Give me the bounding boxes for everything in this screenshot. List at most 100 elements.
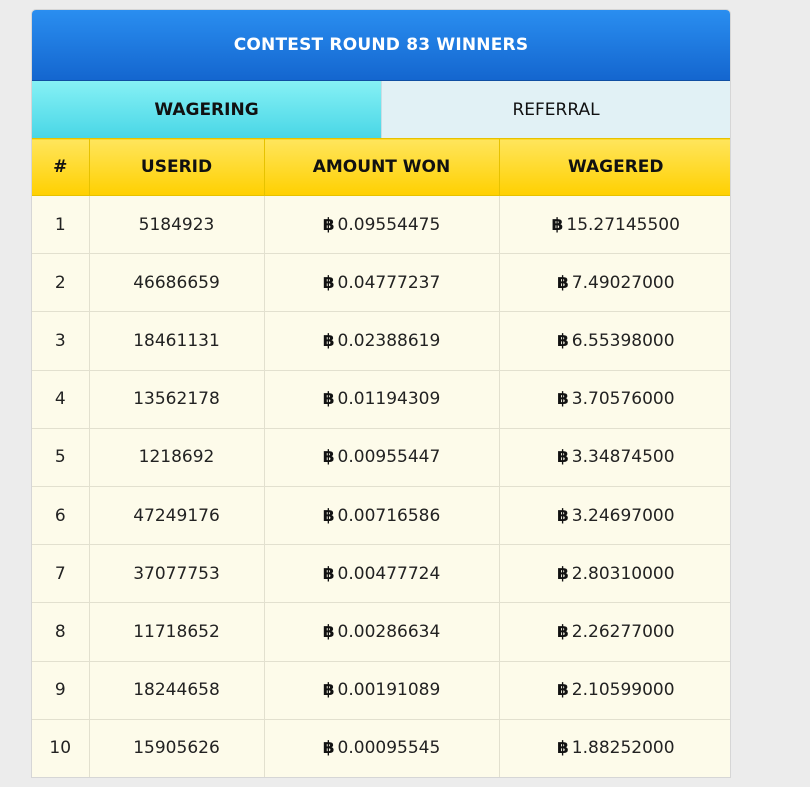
wagered-cell: ฿ 3.70576000 bbox=[498, 369, 730, 429]
amount-won-value: 0.00477724 bbox=[337, 563, 441, 584]
bitcoin-icon: ฿ bbox=[322, 738, 335, 759]
column-header-userid: USERID bbox=[88, 138, 265, 196]
table-row: 7 37077753 ฿ 0.00477724 ฿ 2.80310000 bbox=[32, 544, 730, 604]
table-row: 5 1218692 ฿ 0.00955447 ฿ 3.34874500 bbox=[32, 427, 730, 487]
amount-won-value: 0.00955447 bbox=[337, 447, 441, 468]
amount-won-value: 0.02388619 bbox=[337, 330, 441, 351]
amount-won-value: 0.00716586 bbox=[337, 505, 441, 526]
rank-cell: 9 bbox=[32, 660, 90, 720]
wagered-cell: ฿ 1.88252000 bbox=[498, 718, 730, 777]
userid-cell: 18244658 bbox=[88, 660, 265, 720]
wagered-value: 2.10599000 bbox=[571, 680, 675, 701]
table-header-row: # USERID AMOUNT WON WAGERED bbox=[32, 138, 730, 196]
wagered-value: 3.24697000 bbox=[571, 505, 675, 526]
table-body: 1 5184923 ฿ 0.09554475 ฿ 15.27145500 2 46686659… bbox=[32, 194, 730, 777]
rank-cell: 1 bbox=[32, 194, 90, 255]
amount-won-cell: ฿ 0.00955447 bbox=[263, 427, 500, 487]
userid-cell: 37077753 bbox=[88, 544, 265, 604]
wagered-cell: ฿ 2.26277000 bbox=[498, 602, 730, 662]
bitcoin-icon: ฿ bbox=[556, 330, 569, 351]
wagered-value: 2.26277000 bbox=[571, 621, 675, 642]
bitcoin-icon: ฿ bbox=[551, 214, 564, 235]
bitcoin-icon: ฿ bbox=[322, 330, 335, 351]
table-row: 3 18461131 ฿ 0.02388619 ฿ 6.55398000 bbox=[32, 311, 730, 371]
rank-cell: 6 bbox=[32, 485, 90, 546]
bitcoin-icon: ฿ bbox=[556, 621, 569, 642]
bitcoin-icon: ฿ bbox=[322, 389, 335, 410]
wagered-value: 2.80310000 bbox=[571, 563, 675, 584]
table-row: 10 15905626 ฿ 0.00095545 ฿ 1.88252000 bbox=[32, 718, 730, 777]
amount-won-cell: ฿ 0.00477724 bbox=[263, 544, 500, 604]
wagered-value: 1.88252000 bbox=[571, 738, 675, 759]
bitcoin-icon: ฿ bbox=[556, 738, 569, 759]
userid-cell: 5184923 bbox=[88, 194, 265, 255]
bitcoin-icon: ฿ bbox=[322, 563, 335, 584]
table-row: 6 47249176 ฿ 0.00716586 ฿ 3.24697000 bbox=[32, 485, 730, 546]
amount-won-value: 0.01194309 bbox=[337, 389, 441, 410]
table-row: 2 46686659 ฿ 0.04777237 ฿ 7.49027000 bbox=[32, 253, 730, 313]
column-header-rank: # bbox=[32, 138, 90, 196]
amount-won-cell: ฿ 0.01194309 bbox=[263, 369, 500, 429]
table-row: 8 11718652 ฿ 0.00286634 ฿ 2.26277000 bbox=[32, 602, 730, 662]
amount-won-value: 0.09554475 bbox=[337, 214, 441, 235]
wagered-cell: ฿ 6.55398000 bbox=[498, 311, 730, 371]
bitcoin-icon: ฿ bbox=[556, 389, 569, 410]
winners-panel: CONTEST ROUND 83 WINNERS WAGERING REFERR… bbox=[31, 9, 731, 778]
column-header-amount-won: AMOUNT WON bbox=[263, 138, 500, 196]
tab-bar: WAGERING REFERRAL bbox=[32, 81, 730, 138]
wagered-cell: ฿ 2.80310000 bbox=[498, 544, 730, 604]
table-row: 1 5184923 ฿ 0.09554475 ฿ 15.27145500 bbox=[32, 194, 730, 255]
amount-won-cell: ฿ 0.00716586 bbox=[263, 485, 500, 546]
amount-won-cell: ฿ 0.09554475 bbox=[263, 194, 500, 255]
amount-won-cell: ฿ 0.04777237 bbox=[263, 253, 500, 313]
bitcoin-icon: ฿ bbox=[556, 505, 569, 526]
rank-cell: 8 bbox=[32, 602, 90, 662]
wagered-cell: ฿ 2.10599000 bbox=[498, 660, 730, 720]
rank-cell: 10 bbox=[32, 718, 90, 777]
bitcoin-icon: ฿ bbox=[322, 680, 335, 701]
bitcoin-icon: ฿ bbox=[322, 272, 335, 293]
rank-cell: 7 bbox=[32, 544, 90, 604]
column-header-wagered: WAGERED bbox=[498, 138, 730, 196]
table-row: 9 18244658 ฿ 0.00191089 ฿ 2.10599000 bbox=[32, 660, 730, 720]
amount-won-cell: ฿ 0.00286634 bbox=[263, 602, 500, 662]
wagered-value: 3.34874500 bbox=[571, 447, 675, 468]
rank-cell: 2 bbox=[32, 253, 90, 313]
userid-cell: 1218692 bbox=[88, 427, 265, 487]
bitcoin-icon: ฿ bbox=[556, 680, 569, 701]
wagered-cell: ฿ 3.34874500 bbox=[498, 427, 730, 487]
userid-cell: 11718652 bbox=[88, 602, 265, 662]
amount-won-cell: ฿ 0.00191089 bbox=[263, 660, 500, 720]
wagered-value: 7.49027000 bbox=[571, 272, 675, 293]
amount-won-value: 0.00095545 bbox=[337, 738, 441, 759]
wagered-value: 15.27145500 bbox=[566, 214, 680, 235]
tab-referral[interactable]: REFERRAL bbox=[381, 81, 730, 138]
amount-won-value: 0.04777237 bbox=[337, 272, 441, 293]
amount-won-cell: ฿ 0.02388619 bbox=[263, 311, 500, 371]
rank-cell: 4 bbox=[32, 369, 90, 429]
userid-cell: 15905626 bbox=[88, 718, 265, 777]
userid-cell: 18461131 bbox=[88, 311, 265, 371]
bitcoin-icon: ฿ bbox=[322, 447, 335, 468]
userid-cell: 47249176 bbox=[88, 485, 265, 546]
bitcoin-icon: ฿ bbox=[322, 621, 335, 642]
wagered-cell: ฿ 3.24697000 bbox=[498, 485, 730, 546]
rank-cell: 5 bbox=[32, 427, 90, 487]
bitcoin-icon: ฿ bbox=[556, 563, 569, 584]
panel-title: CONTEST ROUND 83 WINNERS bbox=[32, 10, 730, 81]
userid-cell: 13562178 bbox=[88, 369, 265, 429]
bitcoin-icon: ฿ bbox=[556, 447, 569, 468]
bitcoin-icon: ฿ bbox=[556, 272, 569, 293]
amount-won-value: 0.00191089 bbox=[337, 680, 441, 701]
tab-wagering[interactable]: WAGERING bbox=[32, 81, 381, 138]
wagered-value: 3.70576000 bbox=[571, 389, 675, 410]
table-row: 4 13562178 ฿ 0.01194309 ฿ 3.70576000 bbox=[32, 369, 730, 429]
bitcoin-icon: ฿ bbox=[322, 214, 335, 235]
bitcoin-icon: ฿ bbox=[322, 505, 335, 526]
wagered-cell: ฿ 15.27145500 bbox=[498, 194, 730, 255]
winners-table: # USERID AMOUNT WON WAGERED 1 5184923 ฿ 0.0… bbox=[32, 138, 730, 777]
wagered-value: 6.55398000 bbox=[571, 330, 675, 351]
amount-won-value: 0.00286634 bbox=[337, 621, 441, 642]
wagered-cell: ฿ 7.49027000 bbox=[498, 253, 730, 313]
amount-won-cell: ฿ 0.00095545 bbox=[263, 718, 500, 777]
